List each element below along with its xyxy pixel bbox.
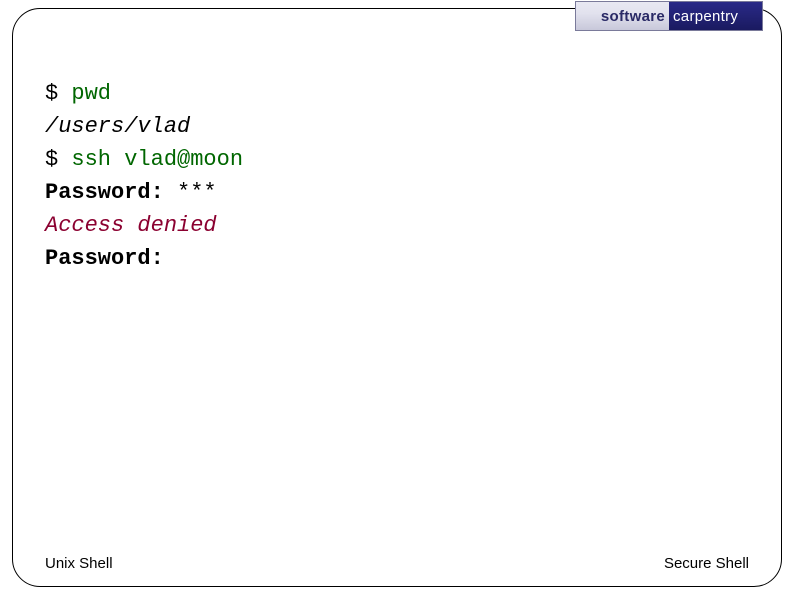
footer-right: Secure Shell (664, 555, 749, 572)
terminal-line-5: Access denied (45, 209, 749, 242)
access-denied-message: Access denied (45, 213, 217, 238)
terminal-output: $ pwd /users/vlad $ ssh vlad@moon Passwo… (45, 77, 749, 275)
password-masked: *** (177, 180, 217, 205)
terminal-line-4: Password: *** (45, 176, 749, 209)
output-path: /users/vlad (45, 114, 190, 139)
software-carpentry-logo: software carpentry (575, 1, 763, 31)
terminal-line-1: $ pwd (45, 77, 749, 110)
slide-footer: Unix Shell Secure Shell (45, 555, 749, 572)
command-ssh: ssh vlad@moon (71, 147, 243, 172)
slide-frame: software carpentry $ pwd /users/vlad $ s… (12, 8, 782, 587)
password-label-2: Password: (45, 246, 164, 271)
prompt-symbol: $ (45, 147, 71, 172)
logo-left-text: software (576, 2, 669, 30)
logo-right-text: carpentry (669, 2, 762, 30)
terminal-line-3: $ ssh vlad@moon (45, 143, 749, 176)
command-pwd: pwd (71, 81, 111, 106)
footer-left: Unix Shell (45, 555, 113, 572)
terminal-line-6: Password: (45, 242, 749, 275)
prompt-symbol: $ (45, 81, 71, 106)
terminal-line-2: /users/vlad (45, 110, 749, 143)
password-label: Password: (45, 180, 177, 205)
